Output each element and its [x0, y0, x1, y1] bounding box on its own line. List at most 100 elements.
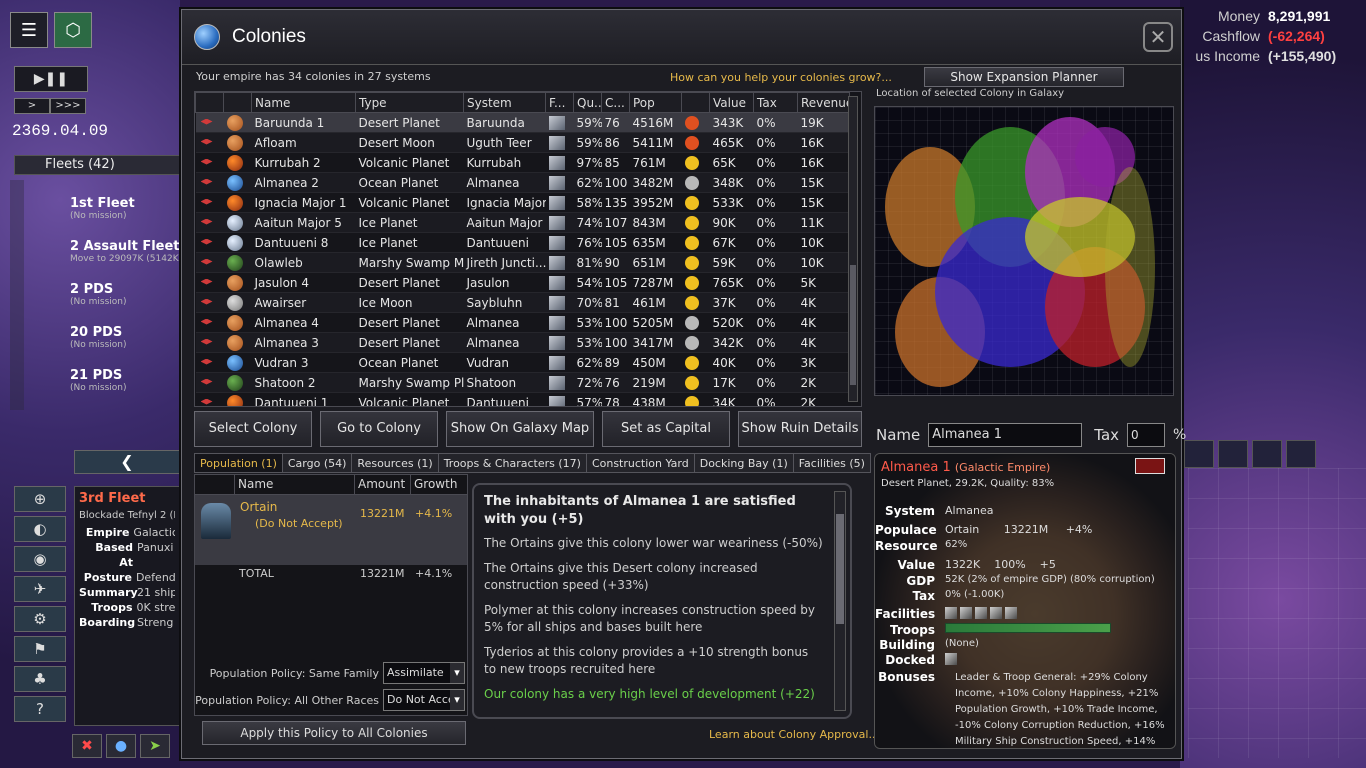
table-row[interactable]: Awairser Ice Moon Saybluhn 70% 81 461M 37K 0% 4K	[195, 292, 850, 313]
menu-icon[interactable]: ☰	[10, 12, 48, 48]
facility-icon[interactable]	[1005, 607, 1017, 619]
help-icon[interactable]: ?	[14, 696, 66, 722]
people-icon[interactable]: ♣	[14, 666, 66, 692]
tab-construction-yard[interactable]: Construction Yard	[585, 453, 695, 473]
apply-policy-button[interactable]: Apply this Policy to All Colonies	[202, 721, 466, 745]
set-as-capital-button[interactable]: Set as Capital	[602, 411, 730, 447]
col-picture[interactable]	[223, 92, 252, 113]
col-type[interactable]: Type	[355, 92, 464, 113]
tab-population[interactable]: Population (1)	[194, 453, 283, 473]
col-revenue[interactable]: Revenue	[797, 92, 850, 113]
speed-up-button[interactable]: >>>	[50, 98, 86, 114]
fleet-item[interactable]: 20 PDS (No mission)	[40, 325, 180, 368]
fleets-header[interactable]: Fleets (42)	[14, 155, 180, 175]
table-row[interactable]: Vudran 3 Ocean Planet Vudran 62% 89 450M 40K 0%…	[195, 352, 850, 373]
table-row[interactable]: Almanea 2 Ocean Planet Almanea 62% 100 3482M 3…	[195, 172, 850, 193]
col-facilities[interactable]: F...	[545, 92, 574, 113]
col-pop[interactable]: Pop	[629, 92, 682, 113]
table-row[interactable]: Aaitun Major 5 Ice Planet Aaitun Major 74% 1…	[195, 212, 850, 233]
galaxy-icon[interactable]	[1184, 440, 1214, 468]
facility-icon[interactable]	[975, 607, 987, 619]
fleet-item[interactable]: 1st Fleet (No mission)	[40, 196, 180, 239]
col-amount[interactable]: Amount	[355, 475, 411, 494]
empire-icon[interactable]: ⬡	[54, 12, 92, 48]
policy-same-select[interactable]: Assimilate	[383, 662, 465, 684]
tab-facilities[interactable]: Facilities (5)	[792, 453, 871, 473]
gear-icon[interactable]: ⚙	[14, 606, 66, 632]
table-row[interactable]: Afloam Desert Moon Uguth Teer 59% 86 5411M 465…	[195, 132, 850, 153]
show-ruin-details-button[interactable]: Show Ruin Details	[738, 411, 862, 447]
table-row[interactable]: Kurrubah 2 Volcanic Planet Kurrubah 97% 85 76…	[195, 152, 850, 173]
colony-value: 65K	[709, 152, 754, 173]
table-row[interactable]: Dantuueni 1 Volcanic Planet Dantuueni 57% 78…	[195, 392, 850, 406]
flag-icon[interactable]: ⚑	[14, 636, 66, 662]
table-row[interactable]: Baruunda 1 Desert Planet Baruunda 59% 76 4516…	[195, 112, 850, 133]
fleet-item[interactable]: 2 PDS (No mission)	[40, 282, 180, 325]
eye-icon[interactable]: ◉	[14, 546, 66, 572]
col-tax[interactable]: Tax	[753, 92, 798, 113]
table-row[interactable]: Dantuueni 8 Ice Planet Dantuueni 76% 105 635M…	[195, 232, 850, 253]
globe-shortcut-icon[interactable]	[1286, 440, 1316, 468]
facility-thumb	[545, 252, 574, 273]
planet-icon	[223, 232, 252, 253]
troop-strength-bar[interactable]	[945, 623, 1111, 633]
tab-cargo[interactable]: Cargo (54)	[281, 453, 353, 473]
collapse-fleets-button[interactable]: ❮	[74, 450, 180, 474]
facility-icon[interactable]	[945, 607, 957, 619]
show-expansion-planner-button[interactable]: Show Expansion Planner	[924, 67, 1124, 87]
colony-name-input[interactable]: Almanea 1	[928, 423, 1083, 447]
table-row[interactable]: Shatoon 2Marshy Swamp Pl...Shatoon72%762…	[195, 372, 850, 393]
target-icon[interactable]: ⊕	[14, 486, 66, 512]
docked-ship-icon[interactable]	[945, 653, 957, 665]
col-happiness[interactable]	[681, 92, 710, 113]
grow-help-link[interactable]: How can you help your colonies grow?...	[670, 71, 892, 84]
go-to-colony-button[interactable]: Go to Colony	[320, 411, 438, 447]
disband-icon[interactable]: ✖	[72, 734, 102, 758]
colony-value: 465K	[709, 132, 754, 153]
ship-icon[interactable]: ✈	[14, 576, 66, 602]
col-growth[interactable]: Growth	[411, 475, 467, 494]
fleet-detail-row: Posture Defend	[79, 570, 175, 585]
planet-icon	[226, 174, 243, 191]
tax-input[interactable]: 0	[1127, 423, 1166, 447]
fleet-item[interactable]: 21 PDS (No mission)	[40, 368, 180, 411]
galaxy-minimap[interactable]	[874, 106, 1174, 396]
col-c[interactable]: C...	[601, 92, 630, 113]
fuel-icon[interactable]: ●	[106, 734, 136, 758]
policy-other-select[interactable]: Do Not Accept	[383, 689, 465, 711]
learn-approval-link[interactable]: Learn about Colony Approval...	[709, 728, 879, 741]
nebula-icon[interactable]	[1252, 440, 1282, 468]
approval-scroll-thumb[interactable]	[836, 514, 844, 624]
col-race-name[interactable]: Name	[235, 475, 355, 494]
play-pause-button[interactable]: ▶❚❚	[14, 66, 88, 92]
table-scrollbar[interactable]	[848, 96, 858, 402]
tab-troops-characters[interactable]: Troops & Characters (17)	[437, 453, 587, 473]
moon-icon[interactable]: ◐	[14, 516, 66, 542]
facility-icon[interactable]	[990, 607, 1002, 619]
ship-group-icon[interactable]: ➤	[140, 734, 170, 758]
star-icon[interactable]	[1218, 440, 1248, 468]
table-scroll-thumb[interactable]	[850, 265, 856, 385]
table-row[interactable]: OlawlebMarshy Swamp M...Jireth Juncti...…	[195, 252, 850, 273]
tab-docking-bay[interactable]: Docking Bay (1)	[693, 453, 794, 473]
table-row[interactable]: Almanea 3 Desert Planet Almanea 53% 100 3417M…	[195, 332, 850, 353]
col-name[interactable]: Name	[251, 92, 356, 113]
colony-tax: 0%	[753, 252, 798, 273]
population-row[interactable]: Ortain (Do Not Accept) 13221M +4.1%	[195, 495, 467, 565]
tab-resources[interactable]: Resources (1)	[351, 453, 439, 473]
col-quality[interactable]: Qu...	[573, 92, 602, 113]
facility-icon[interactable]	[960, 607, 972, 619]
show-on-galaxy-map-button[interactable]: Show On Galaxy Map	[446, 411, 594, 447]
table-row[interactable]: Almanea 4 Desert Planet Almanea 53% 100 5205M…	[195, 312, 850, 333]
table-row[interactable]: Ignacia Major 1 Volcanic Planet Ignacia Ma…	[195, 192, 850, 213]
col-value[interactable]: Value	[709, 92, 754, 113]
select-colony-button[interactable]: Select Colony	[194, 411, 312, 447]
col-system[interactable]: System	[463, 92, 546, 113]
col-flag[interactable]	[195, 92, 224, 113]
fleet-filter-bar[interactable]	[10, 180, 24, 410]
fleet-item[interactable]: 2 Assault Fleet Move to 29097K (5142K	[40, 239, 180, 282]
approval-scrollbar[interactable]	[834, 491, 846, 711]
close-button[interactable]: ✕	[1143, 22, 1173, 52]
table-row[interactable]: Jasulon 4 Desert Planet Jasulon 54% 105 7287M…	[195, 272, 850, 293]
speed-down-button[interactable]: >	[14, 98, 50, 114]
